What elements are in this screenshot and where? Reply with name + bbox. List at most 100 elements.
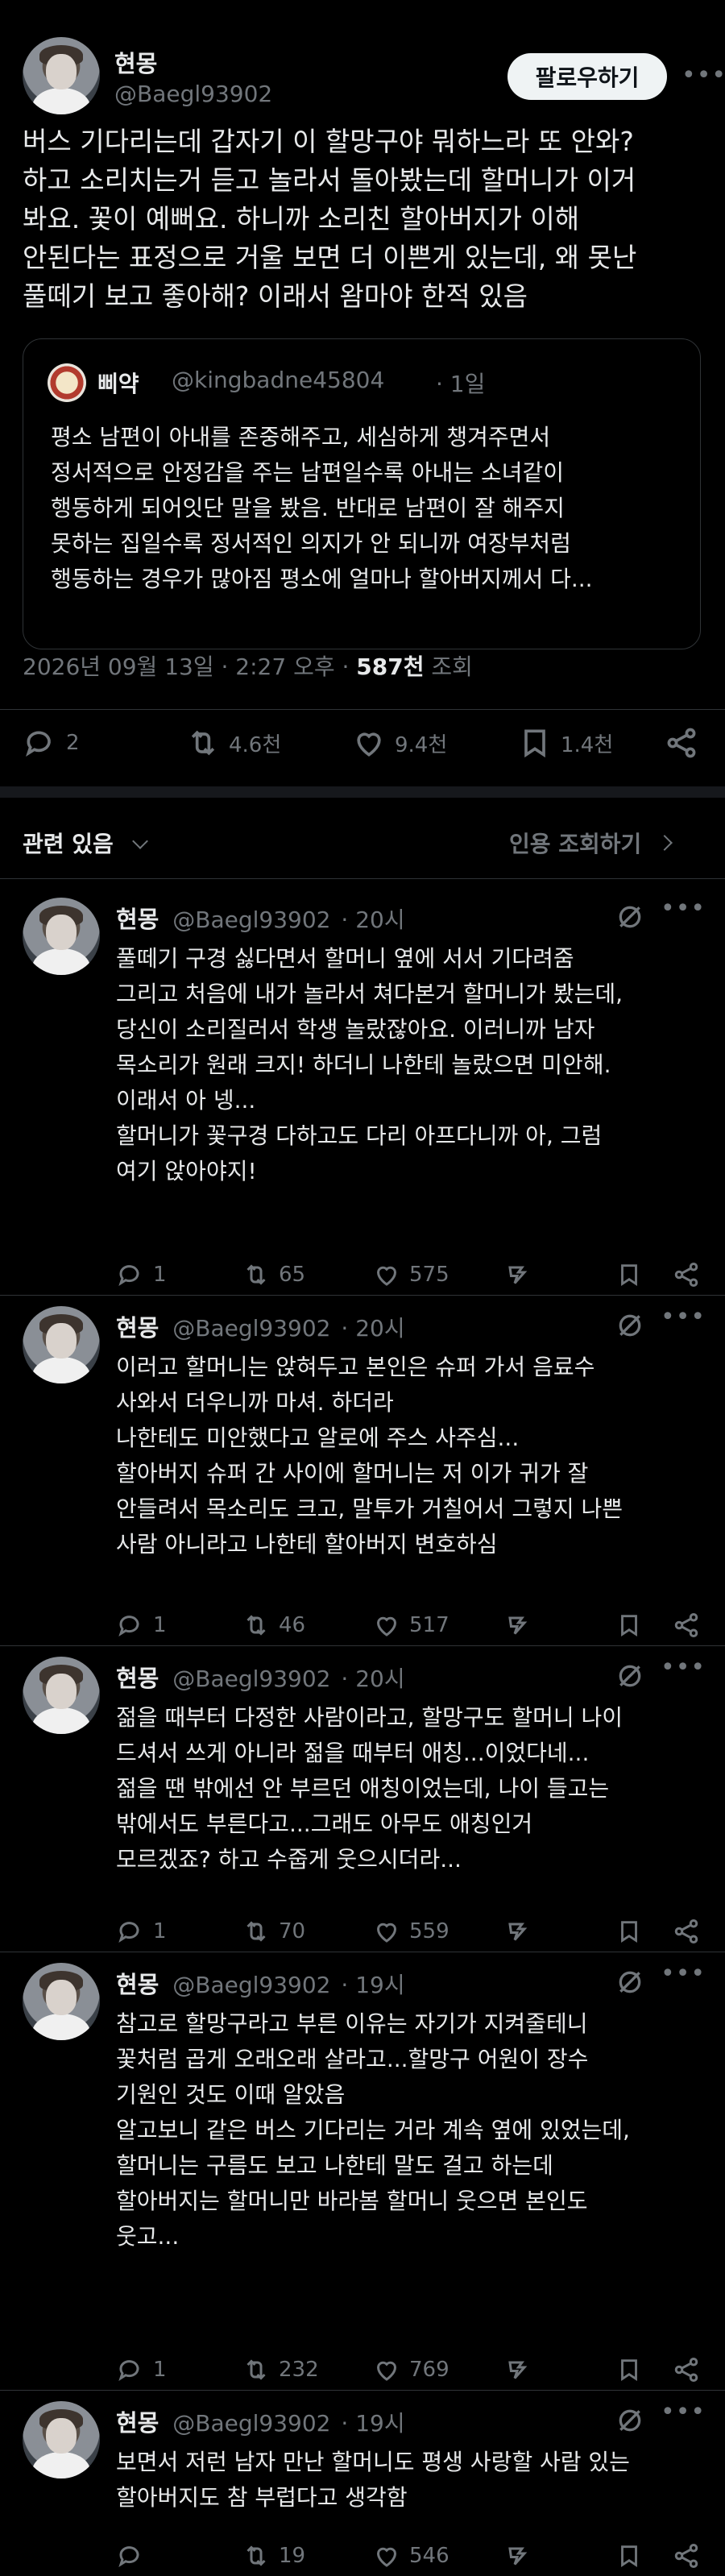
repost-button[interactable]: 19 — [242, 2541, 305, 2570]
more-options-icon[interactable]: ••• — [661, 1653, 706, 1682]
quote-text: 평소 남편이 아내를 존중해주고, 세심하게 챙겨주면서 정서적으로 안정감을 … — [51, 424, 593, 592]
views-button[interactable] — [503, 2541, 532, 2570]
repost-button[interactable]: 232 — [242, 2355, 319, 2384]
reply-author-name[interactable]: 현몽 — [116, 1971, 159, 1998]
related-sort-dropdown[interactable]: 관련 있음 — [23, 827, 148, 859]
repost-button[interactable]: 70 — [242, 1917, 305, 1946]
post-date-time[interactable]: 2026년 09월 13일 · 2:27 오후 · — [23, 653, 356, 680]
like-count: 559 — [409, 1919, 450, 1943]
reply-time[interactable]: · 20시 — [341, 1665, 404, 1692]
reply-icon — [26, 731, 51, 757]
reply-author-handle[interactable]: @Baegl93902 — [172, 1665, 330, 1692]
reply-post[interactable]: 현몽 @Baegl93902 · 19시 ••• 참고로 할망구라고 부른 이유… — [0, 1952, 725, 2390]
repost-count: 46 — [279, 1613, 306, 1637]
reply-post[interactable]: 현몽 @Baegl93902 · 20시 ••• 이러고 할머니는 앉혀두고 본… — [0, 1295, 725, 1645]
views-button[interactable] — [503, 1611, 532, 1640]
reply-time[interactable]: · 19시 — [341, 1972, 404, 1998]
more-options-icon[interactable]: ••• — [661, 1303, 706, 1331]
reply-avatar[interactable] — [23, 2401, 100, 2479]
reply-button[interactable]: 1 — [116, 1260, 167, 1289]
grok-icon[interactable] — [614, 2404, 646, 2440]
bookmark-button[interactable] — [615, 1261, 643, 1288]
like-button[interactable]: 517 — [372, 1611, 450, 1640]
bookmark-button[interactable] — [615, 1918, 643, 1945]
repost-icon — [246, 1615, 266, 1636]
share-button[interactable] — [672, 1611, 701, 1640]
reply-icon — [118, 1265, 139, 1286]
reply-action-bar: 1 65 575 — [116, 1255, 704, 1295]
grok-icon[interactable] — [614, 1660, 646, 1695]
views-button[interactable] — [503, 1260, 532, 1289]
reply-button[interactable]: 1 — [116, 2355, 167, 2384]
reply-icon — [118, 2546, 139, 2567]
repost-button[interactable]: 46 — [242, 1611, 305, 1640]
share-button[interactable] — [672, 2355, 701, 2384]
share-icon — [674, 1613, 698, 1637]
like-button[interactable]: 9.4천 — [351, 725, 447, 761]
divider — [0, 709, 725, 710]
author-handle[interactable]: @Baegl93902 — [114, 81, 272, 107]
repost-count: 19 — [279, 2544, 306, 2568]
grok-icon[interactable] — [614, 1309, 646, 1345]
reply-button[interactable]: 1 — [116, 1611, 167, 1640]
repost-button[interactable]: 65 — [242, 1260, 305, 1289]
reply-post[interactable]: 현몽 @Baegl93902 · 20시 ••• 젊을 때부터 다정한 사람이라… — [0, 1645, 725, 1952]
bookmark-button[interactable]: 1.4천 — [517, 725, 613, 761]
like-button[interactable]: 546 — [372, 2541, 450, 2570]
reply-author-name[interactable]: 현몽 — [116, 1665, 159, 1692]
reply-author-handle[interactable]: @Baegl93902 — [172, 2410, 330, 2437]
views-button[interactable] — [503, 2355, 532, 2384]
reply-author-handle[interactable]: @Baegl93902 — [172, 1972, 330, 1998]
reply-author-handle[interactable]: @Baegl93902 — [172, 906, 330, 933]
author-name[interactable]: 현몽 — [114, 45, 157, 79]
chevron-down-icon — [131, 833, 148, 849]
bookmark-button[interactable] — [615, 2542, 643, 2570]
share-button[interactable] — [664, 725, 699, 761]
reply-time[interactable]: · 20시 — [341, 906, 404, 933]
reply-author-name[interactable]: 현몽 — [116, 1314, 159, 1342]
reply-button[interactable]: 1 — [116, 1917, 167, 1946]
author-avatar[interactable] — [23, 37, 100, 114]
reply-time[interactable]: · 20시 — [341, 1315, 404, 1342]
like-count: 769 — [409, 2358, 450, 2382]
reply-avatar[interactable] — [23, 1657, 100, 1734]
reply-avatar[interactable] — [23, 898, 100, 975]
quote-author-name: 삐약 — [97, 371, 139, 397]
grok-icon[interactable] — [614, 1966, 646, 2001]
main-post-header: 현몽 @Baegl93902 팔로우하기 ••• — [0, 0, 725, 114]
reply-avatar[interactable] — [23, 1306, 100, 1383]
like-button[interactable]: 575 — [372, 1260, 450, 1289]
more-options-icon[interactable]: ••• — [661, 894, 706, 923]
reply-post[interactable]: 현몽 @Baegl93902 · 20시 ••• 풀떼기 구경 싫다면서 할머니… — [0, 886, 725, 1295]
share-icon — [674, 1263, 698, 1287]
post-meta: 2026년 09월 13일 · 2:27 오후 · 587천 조회 — [23, 649, 473, 682]
reply-header: 현몽 @Baegl93902 · 20시 — [116, 1660, 405, 1694]
reply-avatar[interactable] — [23, 1963, 100, 2040]
follow-button[interactable]: 팔로우하기 — [508, 53, 667, 100]
repost-button[interactable]: 4.6천 — [185, 725, 281, 761]
like-button[interactable]: 559 — [372, 1917, 450, 1946]
more-options-icon[interactable]: ••• — [661, 1960, 706, 1988]
bookmark-icon — [621, 2359, 637, 2381]
reply-button[interactable] — [116, 2541, 153, 2570]
reply-author-name[interactable]: 현몽 — [116, 2409, 159, 2437]
reply-action-bar: 1 70 559 — [116, 1911, 704, 1952]
grok-icon[interactable] — [614, 901, 646, 936]
reply-time[interactable]: · 19시 — [341, 2410, 404, 2437]
reply-author-handle[interactable]: @Baegl93902 — [172, 1315, 330, 1342]
share-button[interactable] — [672, 1917, 701, 1946]
more-options-icon[interactable]: ••• — [661, 2398, 706, 2426]
share-button[interactable] — [672, 1260, 701, 1289]
bookmark-button[interactable] — [615, 1612, 643, 1639]
bookmark-button[interactable] — [615, 2356, 643, 2383]
quote-author-handle: @kingbadne45804 — [172, 367, 385, 393]
reply-post[interactable]: 현몽 @Baegl93902 · 19시 ••• 보면서 저런 남자 만난 할머… — [0, 2390, 725, 2576]
quoted-post[interactable]: 삐약 @kingbadne45804 · 1일 평소 남편이 아내를 존중해주고… — [23, 338, 701, 649]
reply-author-name[interactable]: 현몽 — [116, 906, 159, 933]
more-options-icon[interactable]: ••• — [682, 61, 725, 89]
share-button[interactable] — [672, 2541, 701, 2570]
like-button[interactable]: 769 — [372, 2355, 450, 2384]
views-button[interactable] — [503, 1917, 532, 1946]
quote-view-link[interactable]: 인용 조회하기 — [509, 827, 673, 859]
reply-button[interactable]: 2 — [23, 725, 80, 761]
